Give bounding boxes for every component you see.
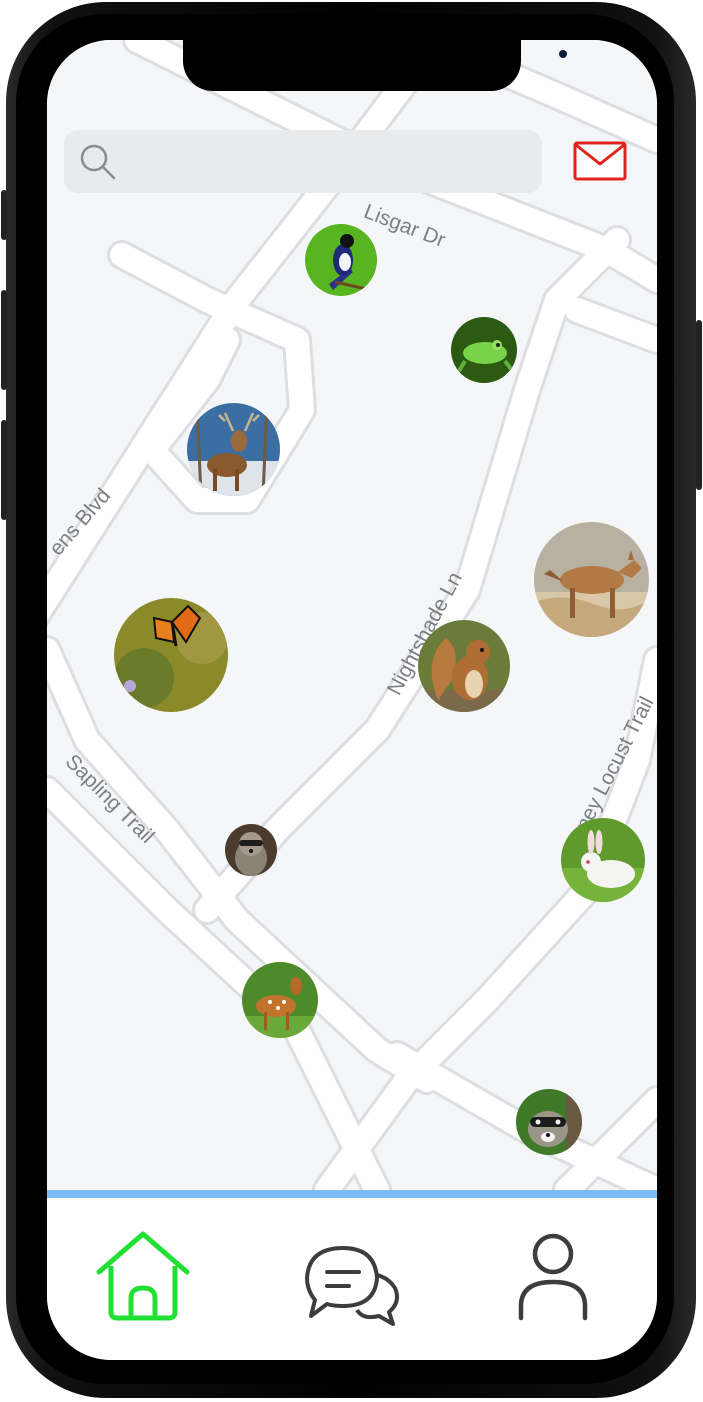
squirrel-photo [418,620,510,712]
deer-photo [187,403,280,496]
tab-bar [47,1198,657,1360]
wildlife-marker-squirrel[interactable] [418,620,510,712]
home-icon [96,1231,190,1321]
rabbit-photo [561,818,645,902]
raccoon-photo [516,1089,582,1155]
magpie-photo [305,224,377,296]
mail-icon[interactable] [573,140,627,182]
fawn-photo [242,962,318,1038]
tab-bar-divider [47,1190,657,1198]
coyote-photo [534,522,649,637]
wildlife-marker-deer[interactable] [187,403,280,496]
raccoon-photo [225,824,277,876]
butterfly-photo [114,598,228,712]
chat-icon [305,1246,399,1326]
profile-icon [518,1233,588,1321]
volume-up-button [1,290,7,390]
wildlife-marker-butterfly[interactable] [114,598,228,712]
wildlife-marker-rabbit[interactable] [561,818,645,902]
wildlife-marker-frog[interactable] [451,317,517,383]
tab-profile[interactable] [507,1226,607,1326]
frog-photo [451,317,517,383]
app-screen: Lisgar Dr ens Blvd Nightshade Ln Sapling… [47,40,657,1360]
notch [183,40,567,91]
tab-home[interactable] [93,1226,193,1326]
power-button [696,320,702,490]
search-icon [80,144,116,180]
camera [559,50,567,58]
mute-switch [1,190,7,240]
wildlife-marker-fawn[interactable] [242,962,318,1038]
search-bar[interactable] [64,130,542,193]
wildlife-marker-coyote[interactable] [534,522,649,637]
volume-down-button [1,420,7,520]
wildlife-marker-raccoon[interactable] [516,1089,582,1155]
wildlife-marker-magpie[interactable] [305,224,377,296]
tab-chat[interactable] [303,1226,403,1326]
wildlife-marker-raccoon[interactable] [225,824,277,876]
